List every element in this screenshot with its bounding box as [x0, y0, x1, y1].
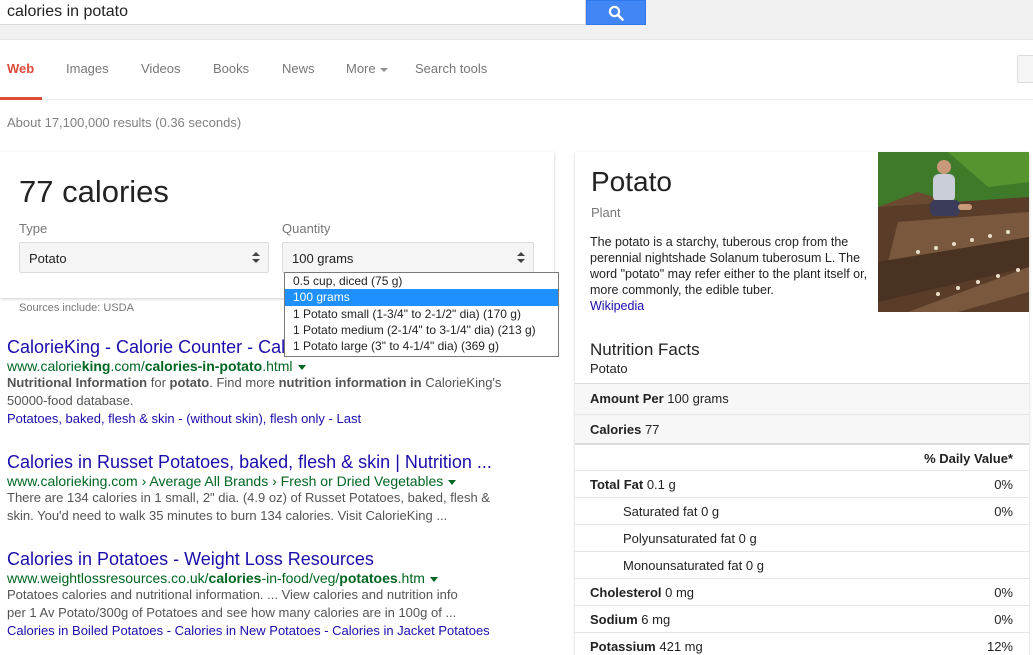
type-select[interactable]: Potato — [19, 242, 269, 273]
kp-title: Potato — [591, 166, 672, 197]
amount-row: Amount Per 100 grams — [575, 383, 1029, 410]
settings-button[interactable] — [1017, 55, 1033, 83]
nutrient-label: Monounsaturated fat 0 g — [623, 558, 764, 573]
nutrient-label: Total Fat 0.1 g — [590, 477, 676, 492]
nutrient-row: Total Fat 0.1 g 0% — [575, 470, 1029, 497]
quantity-select[interactable]: 100 grams — [282, 242, 534, 273]
result-url-2[interactable]: www.calorieking.com › Average All Brands… — [7, 473, 457, 489]
quantity-select-value: 100 grams — [292, 251, 354, 266]
search-icon — [608, 5, 624, 21]
tab-web[interactable]: Web — [7, 61, 34, 76]
nutrient-row: Monounsaturated fat 0 g — [575, 551, 1029, 578]
top-bar — [0, 0, 1033, 40]
nutrient-daily-pct: 0% — [994, 612, 1013, 627]
quantity-option[interactable]: 0.5 cup, diced (75 g) — [285, 273, 558, 289]
nutrient-label: Sodium 6 mg — [590, 612, 671, 627]
result-snippet-2: There are 134 calories in 1 small, 2" di… — [7, 490, 490, 523]
nutrient-daily-pct: 12% — [986, 639, 1013, 654]
quantity-option[interactable]: 1 Potato large (3" to 4-1/4" dia) (369 g… — [285, 338, 558, 354]
result-title-1[interactable]: CalorieKing - Calorie Counter - Calories… — [7, 337, 284, 358]
nutrient-row: Saturated fat 0 g 0% — [575, 497, 1029, 524]
quantity-option[interactable]: 1 Potato small (1-3/4" to 2-1/2" dia) (1… — [285, 306, 558, 322]
type-label: Type — [19, 221, 48, 236]
quantity-label: Quantity — [282, 221, 331, 236]
daily-value-header: % Daily Value* — [575, 443, 1029, 470]
quantity-option[interactable]: 1 Potato medium (2-1/4" to 3-1/4" dia) (… — [285, 322, 558, 338]
chevron-down-icon[interactable] — [448, 479, 457, 485]
nutrient-row: Polyunsaturated fat 0 g — [575, 524, 1029, 551]
nutrition-facts-title: Nutrition Facts — [590, 340, 700, 359]
result-sitelinks-3[interactable]: Calories in Boiled Potatoes - Calories i… — [7, 623, 490, 638]
nutrient-label: Polyunsaturated fat 0 g — [623, 531, 757, 546]
quantity-option-selected[interactable]: 100 grams — [285, 289, 558, 306]
nutrient-label: Potassium 421 mg — [590, 639, 703, 654]
nutrition-facts-subtitle: Potato — [590, 361, 628, 376]
tab-news[interactable]: News — [282, 61, 315, 76]
result-url-1[interactable]: www.calorieking.com/calories-in-potato.h… — [7, 358, 306, 374]
result-title-3[interactable]: Calories in Potatoes - Weight Loss Resou… — [7, 549, 527, 570]
tab-books[interactable]: Books — [213, 61, 249, 76]
result-stats: About 17,100,000 results (0.36 seconds) — [7, 115, 242, 130]
search-tools-button[interactable]: Search tools — [415, 61, 487, 76]
search-button[interactable] — [586, 0, 646, 25]
type-select-value: Potato — [29, 251, 67, 266]
nutrient-row: Cholesterol 0 mg 0% — [575, 578, 1029, 605]
sources-note: Sources include: USDA — [19, 302, 134, 314]
search-input[interactable] — [0, 0, 586, 25]
kp-description: The potato is a starchy, tuberous crop f… — [590, 235, 868, 313]
tab-images[interactable]: Images — [66, 61, 109, 76]
chevron-down-icon[interactable] — [429, 576, 438, 582]
nutrient-daily-pct: 0% — [994, 504, 1013, 519]
result-url-3[interactable]: www.weightlossresources.co.uk/calories-i… — [7, 570, 438, 586]
result-sitelinks-1[interactable]: Potatoes, baked, flesh & skin - (without… — [7, 411, 361, 426]
tab-videos[interactable]: Videos — [141, 61, 181, 76]
nutrient-label: Cholesterol 0 mg — [590, 585, 695, 600]
nutrient-daily-pct: 0% — [994, 477, 1013, 492]
chevron-down-icon[interactable] — [297, 364, 306, 370]
chevron-down-icon — [379, 67, 388, 72]
wikipedia-link[interactable]: Wikipedia — [590, 299, 644, 313]
kp-subtitle: Plant — [591, 205, 621, 220]
nutrient-daily-pct: 0% — [994, 585, 1013, 600]
result-snippet-1: Nutritional Information for potato. Find… — [7, 375, 502, 408]
calories-row: Calories 77 — [575, 414, 1029, 441]
tab-more[interactable]: More — [346, 61, 388, 76]
active-tab-indicator — [0, 97, 42, 100]
nutrient-row: Sodium 6 mg 0% — [575, 605, 1029, 632]
search-nav: Web Images Videos Books News More Search… — [0, 40, 1033, 100]
updown-arrow-icon — [517, 252, 525, 264]
potato-field-image[interactable] — [878, 152, 1029, 312]
result-snippet-3: Potatoes calories and nutritional inform… — [7, 587, 458, 620]
tab-more-label: More — [346, 61, 376, 76]
calorie-value: 77 calories — [19, 174, 169, 209]
quantity-dropdown: 0.5 cup, diced (75 g) 100 grams 1 Potato… — [284, 272, 559, 357]
updown-arrow-icon — [252, 252, 260, 264]
result-title-2[interactable]: Calories in Russet Potatoes, baked, fles… — [7, 452, 507, 473]
nutrient-row: Potassium 421 mg 12% — [575, 632, 1029, 655]
nutrient-label: Saturated fat 0 g — [623, 504, 720, 519]
